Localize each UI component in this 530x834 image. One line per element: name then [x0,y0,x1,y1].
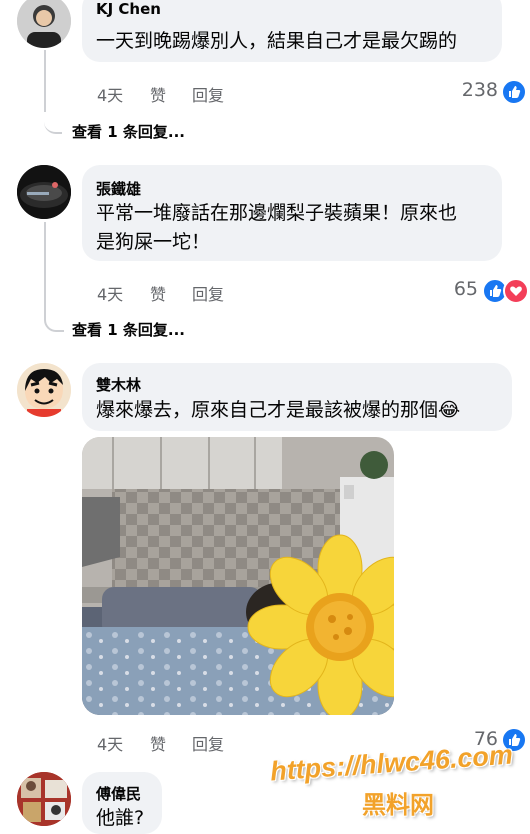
avatar[interactable] [17,165,71,219]
avatar[interactable] [17,0,71,48]
avatar[interactable] [17,772,71,826]
like-button[interactable]: 赞 [150,731,166,755]
view-replies-link[interactable]: 查看 1 条回复... [72,319,185,340]
comment-text: 爆來爆去，原來自己才是最該被爆的那個😂 [96,395,460,425]
comment-text-body: 爆來爆去，原來自己才是最該被爆的那個 [96,399,439,421]
comment-author[interactable]: 雙木林 [96,374,141,395]
comment-text-line: 平常一堆廢話在那邊爛梨子裝蘋果！原來也 [96,202,458,224]
thread-connector [44,300,64,332]
comment-author[interactable]: 傅偉民 [96,783,141,804]
reply-button[interactable]: 回复 [192,82,224,106]
love-reaction-icon [503,278,529,304]
comment-author[interactable]: 張鐵雄 [96,178,141,199]
comment-text: 他誰? [96,807,145,829]
comment-time[interactable]: 4天 [97,731,123,755]
like-button[interactable]: 赞 [150,82,166,106]
reaction-count[interactable]: 238 [440,79,498,101]
comment-photo[interactable] [82,437,394,715]
thread-line [44,222,46,312]
like-reaction-icon [501,79,527,105]
reaction-count[interactable]: 65 [420,278,478,300]
like-button[interactable]: 赞 [150,281,166,305]
comment-text: 一天到晚踢爆別人，結果自己才是最欠踢的 [96,30,458,52]
comment-time[interactable]: 4天 [97,82,123,106]
laughing-emoji-icon: 😂 [438,399,461,421]
comment-time[interactable]: 4天 [97,281,123,305]
thread-connector [44,100,62,134]
reply-button[interactable]: 回复 [192,731,224,755]
comment-author[interactable]: KJ Chen [96,0,161,18]
view-replies-link[interactable]: 查看 1 条回复... [72,121,185,142]
watermark-site-name: 黑料网 [362,791,434,819]
avatar[interactable] [17,363,71,417]
comment-text-line: 是狗屎一坨！ [96,231,211,253]
reply-button[interactable]: 回复 [192,281,224,305]
watermark-url: https://hlwc46.com [269,739,514,787]
